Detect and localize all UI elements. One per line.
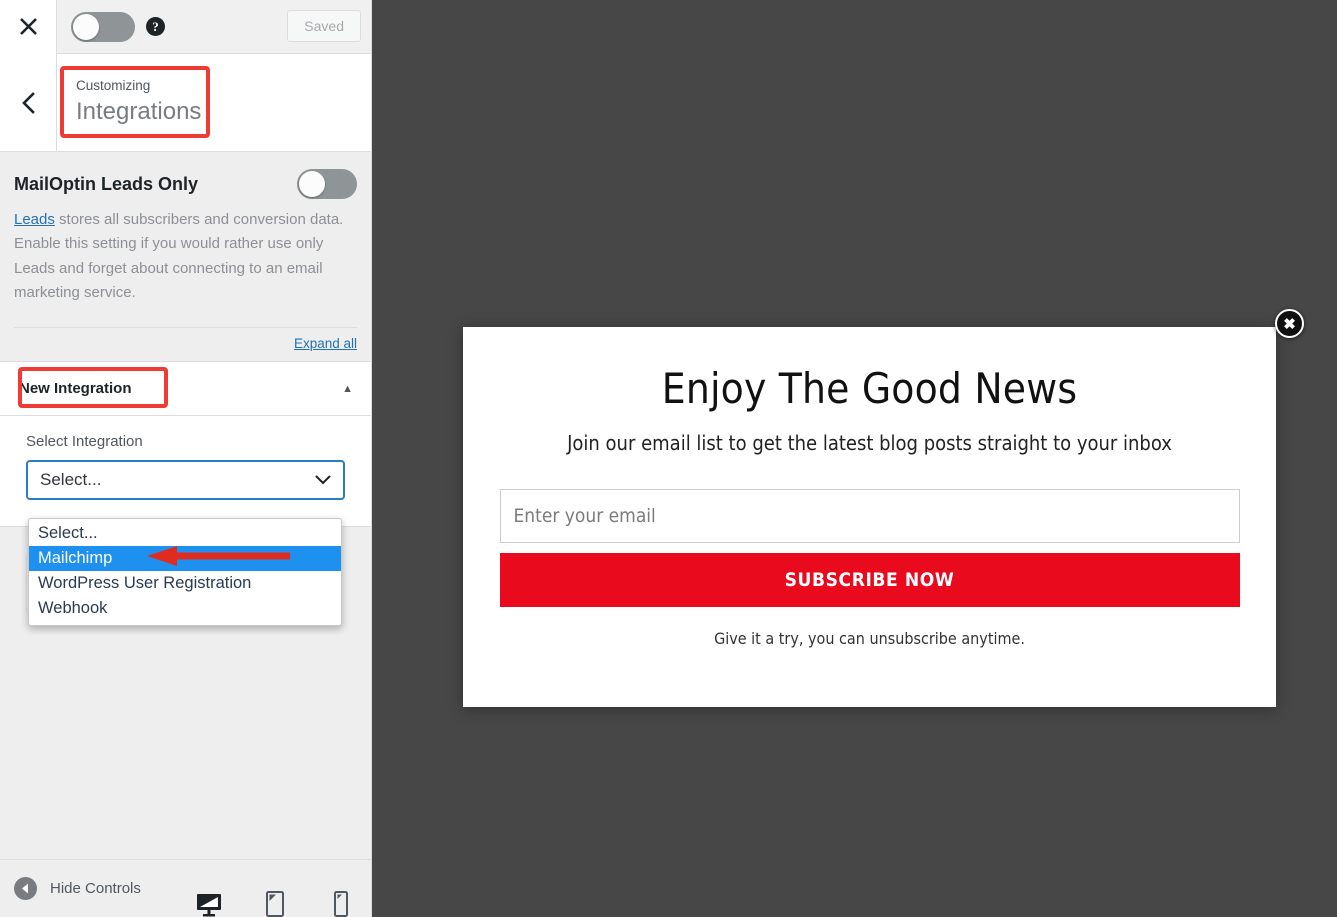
option-mailchimp[interactable]: Mailchimp xyxy=(29,546,341,571)
customizer-panel: ? Saved Customizing Integrations MailOpt… xyxy=(0,0,372,917)
save-button[interactable]: Saved xyxy=(287,10,361,42)
hide-controls-button[interactable]: Hide Controls xyxy=(0,877,141,900)
leads-only-toggle[interactable] xyxy=(297,169,357,199)
chevron-down-icon xyxy=(315,470,331,490)
option-webhook[interactable]: Webhook xyxy=(29,596,341,621)
customizer-titlebar: Customizing Integrations xyxy=(0,54,371,152)
accordion-panel: Select Integration Select... xyxy=(0,415,371,526)
leads-section-title: MailOptin Leads Only xyxy=(14,173,199,194)
email-input[interactable]: Enter your email xyxy=(499,489,1240,544)
customizer-body: MailOptin Leads Only Leads stores all su… xyxy=(0,153,371,859)
breadcrumb: Customizing xyxy=(76,78,151,94)
device-preview-group xyxy=(191,887,359,917)
accordion-label: New Integration xyxy=(19,380,132,398)
popup-note: Give it a try, you can unsubscribe anyti… xyxy=(714,629,1025,649)
tablet-preview-icon[interactable] xyxy=(257,887,293,917)
desktop-preview-icon[interactable] xyxy=(191,887,227,917)
site-preview-area: ✖ Enjoy The Good News Join our email lis… xyxy=(372,0,1337,917)
select-integration-label: Select Integration xyxy=(26,433,143,451)
integration-select-value: Select... xyxy=(40,470,102,490)
optin-popup-content: Enjoy The Good News Join our email list … xyxy=(463,327,1276,648)
new-integration-accordion: New Integration ▲ Select Integration Sel… xyxy=(0,361,371,528)
leads-link[interactable]: Leads xyxy=(14,211,55,228)
integration-options-list[interactable]: Select... Mailchimp WordPress User Regis… xyxy=(28,518,342,626)
option-select[interactable]: Select... xyxy=(29,521,341,546)
toggle-knob xyxy=(299,171,325,197)
leads-description-text: stores all subscribers and conversion da… xyxy=(14,211,344,301)
hide-controls-label: Hide Controls xyxy=(50,880,141,897)
preview-toggle-switch[interactable] xyxy=(71,11,135,42)
popup-headline: Enjoy The Good News xyxy=(661,364,1078,413)
leads-description: Leads stores all subscribers and convers… xyxy=(14,208,357,305)
leads-header-row: MailOptin Leads Only xyxy=(14,169,357,199)
option-wordpress-user-registration[interactable]: WordPress User Registration xyxy=(29,571,341,596)
subscribe-button[interactable]: SUBSCRIBE NOW xyxy=(499,553,1240,608)
help-icon[interactable]: ? xyxy=(146,17,165,36)
integration-select[interactable]: Select... xyxy=(26,460,345,501)
page-title: Integrations xyxy=(76,98,202,126)
customizer-footer: Hide Controls xyxy=(0,859,371,917)
arrow-left-circle-icon xyxy=(14,877,37,900)
accordion-header[interactable]: New Integration ▲ xyxy=(0,362,371,415)
customizer-title-group: Customizing Integrations xyxy=(57,76,201,129)
expand-all-row: Expand all xyxy=(0,328,371,361)
expand-all-link[interactable]: Expand all xyxy=(294,336,357,351)
customizer-screen: ✖ Enjoy The Good News Join our email lis… xyxy=(0,0,1337,917)
popup-subheadline: Join our email list to get the latest bl… xyxy=(567,431,1172,456)
chevron-left-icon[interactable] xyxy=(0,54,57,151)
customizer-header: ? Saved xyxy=(0,0,371,54)
optin-popup: ✖ Enjoy The Good News Join our email lis… xyxy=(463,309,1304,707)
toggle-knob xyxy=(73,13,99,40)
chevron-up-icon: ▲ xyxy=(342,382,353,395)
close-icon[interactable] xyxy=(0,0,57,54)
mobile-preview-icon[interactable] xyxy=(323,887,359,917)
leads-section: MailOptin Leads Only Leads stores all su… xyxy=(0,153,371,305)
close-circle-icon[interactable]: ✖ xyxy=(1275,309,1304,338)
